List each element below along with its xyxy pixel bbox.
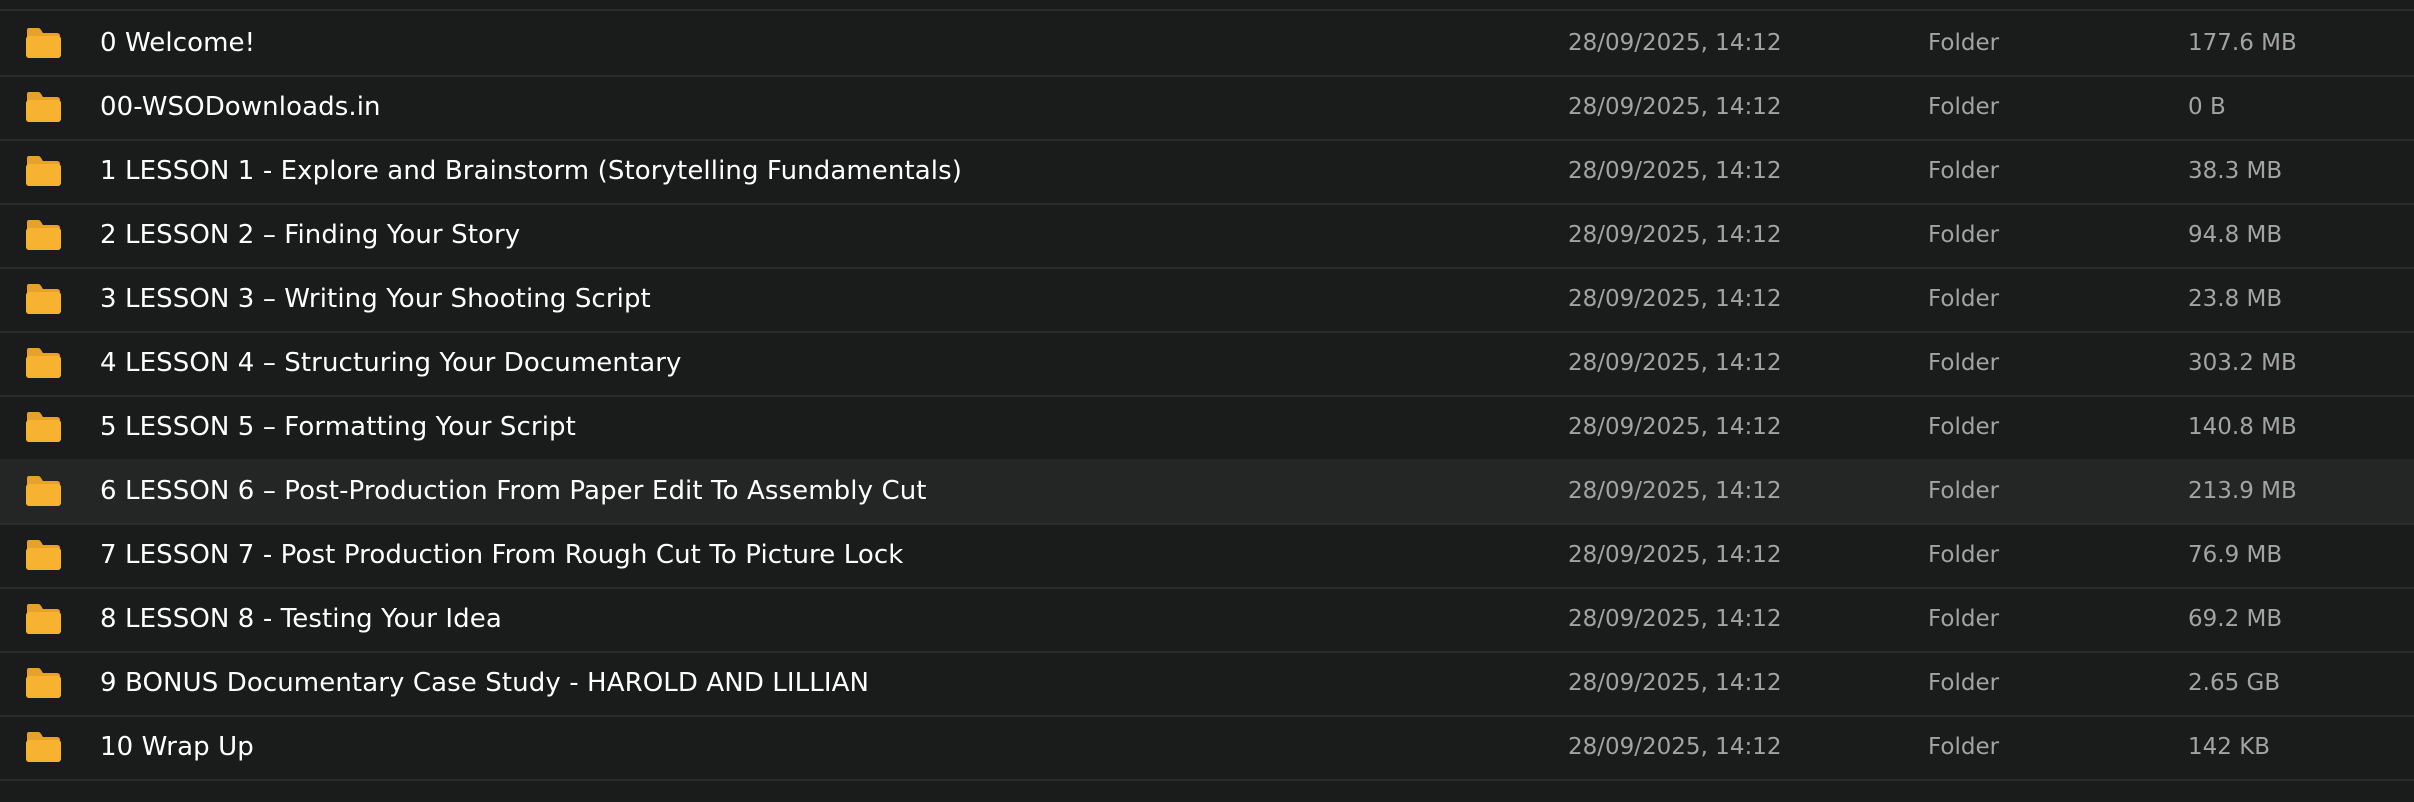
file-name: 5 LESSON 5 – Formatting Your Script bbox=[100, 412, 576, 442]
file-kind: Folder bbox=[1928, 350, 2000, 376]
modified-date: 28/09/2025, 14:12 bbox=[1568, 606, 1782, 632]
table-row[interactable]: 00-WSODownloads.in 28/09/2025, 14:12 Folde… bbox=[0, 75, 2414, 141]
modified-date: 28/09/2025, 14:12 bbox=[1568, 30, 1782, 56]
file-size: 2.65 GB bbox=[2188, 670, 2281, 696]
modified-date: 28/09/2025, 14:12 bbox=[1568, 222, 1782, 248]
file-kind: Folder bbox=[1928, 670, 2000, 696]
file-name: 8 LESSON 8 - Testing Your Idea bbox=[100, 604, 502, 634]
file-size: 38.3 MB bbox=[2188, 158, 2283, 184]
folder-icon bbox=[24, 347, 62, 379]
table-row[interactable]: 9 BONUS Documentary Case Study - HAROLD … bbox=[0, 651, 2414, 717]
file-name: 00-WSODownloads.in bbox=[100, 92, 381, 122]
folder-icon bbox=[24, 411, 62, 443]
modified-date: 28/09/2025, 14:12 bbox=[1568, 478, 1782, 504]
file-kind: Folder bbox=[1928, 286, 2000, 312]
table-row[interactable]: 6 LESSON 6 – Post-Production From Paper … bbox=[0, 459, 2414, 525]
table-row[interactable]: 2 LESSON 2 – Finding Your Story 28/09/202… bbox=[0, 203, 2414, 269]
file-name: 6 LESSON 6 – Post-Production From Paper … bbox=[100, 476, 927, 506]
modified-date: 28/09/2025, 14:12 bbox=[1568, 542, 1782, 568]
modified-date: 28/09/2025, 14:12 bbox=[1568, 286, 1782, 312]
file-size: 303.2 MB bbox=[2188, 350, 2297, 376]
folder-icon bbox=[24, 603, 62, 635]
file-kind: Folder bbox=[1928, 542, 2000, 568]
modified-date: 28/09/2025, 14:12 bbox=[1568, 670, 1782, 696]
file-kind: Folder bbox=[1928, 734, 2000, 760]
file-kind: Folder bbox=[1928, 478, 2000, 504]
file-name: 10 Wrap Up bbox=[100, 732, 254, 762]
folder-icon bbox=[24, 475, 62, 507]
file-size: 213.9 MB bbox=[2188, 478, 2297, 504]
folder-icon bbox=[24, 667, 62, 699]
file-size: 76.9 MB bbox=[2188, 542, 2283, 568]
modified-date: 28/09/2025, 14:12 bbox=[1568, 414, 1782, 440]
folder-icon bbox=[24, 155, 62, 187]
file-name: 0 Welcome! bbox=[100, 28, 256, 58]
file-size: 140.8 MB bbox=[2188, 414, 2297, 440]
modified-date: 28/09/2025, 14:12 bbox=[1568, 94, 1782, 120]
table-row[interactable]: 1 LESSON 1 - Explore and Brainstorm (Sto… bbox=[0, 139, 2414, 205]
table-row[interactable]: 3 LESSON 3 – Writing Your Shooting Scrip… bbox=[0, 267, 2414, 333]
modified-date: 28/09/2025, 14:12 bbox=[1568, 734, 1782, 760]
table-row[interactable]: 4 LESSON 4 – Structuring Your Documentar… bbox=[0, 331, 2414, 397]
table-row[interactable]: 10 Wrap Up 28/09/2025, 14:12 Folder 142 KB bbox=[0, 715, 2414, 781]
file-kind: Folder bbox=[1928, 30, 2000, 56]
file-name: 9 BONUS Documentary Case Study - HAROLD … bbox=[100, 668, 870, 698]
file-size: 0 B bbox=[2188, 94, 2226, 120]
file-kind: Folder bbox=[1928, 222, 2000, 248]
table-row[interactable]: 5 LESSON 5 – Formatting Your Script 28/09… bbox=[0, 395, 2414, 461]
table-row[interactable]: 7 LESSON 7 - Post Production From Rough … bbox=[0, 523, 2414, 589]
folder-icon bbox=[24, 219, 62, 251]
file-kind: Folder bbox=[1928, 94, 2000, 120]
folder-icon bbox=[24, 283, 62, 315]
folder-icon bbox=[24, 731, 62, 763]
file-list: 0 Welcome! 28/09/2025, 14:12 Folder 177.6 M… bbox=[0, 0, 2414, 802]
file-name: 2 LESSON 2 – Finding Your Story bbox=[100, 220, 521, 250]
table-row[interactable]: 0 Welcome! 28/09/2025, 14:12 Folder 177.6 M… bbox=[0, 11, 2414, 77]
folder-icon bbox=[24, 91, 62, 123]
folder-icon bbox=[24, 27, 62, 59]
file-kind: Folder bbox=[1928, 414, 2000, 440]
file-kind: Folder bbox=[1928, 606, 2000, 632]
file-kind: Folder bbox=[1928, 158, 2000, 184]
file-size: 177.6 MB bbox=[2188, 30, 2297, 56]
modified-date: 28/09/2025, 14:12 bbox=[1568, 158, 1782, 184]
file-size: 69.2 MB bbox=[2188, 606, 2283, 632]
file-name: 1 LESSON 1 - Explore and Brainstorm (Sto… bbox=[100, 156, 963, 186]
file-size: 94.8 MB bbox=[2188, 222, 2283, 248]
folder-icon bbox=[24, 539, 62, 571]
file-name: 3 LESSON 3 – Writing Your Shooting Scrip… bbox=[100, 284, 651, 314]
file-size: 142 KB bbox=[2188, 734, 2271, 760]
file-size: 23.8 MB bbox=[2188, 286, 2283, 312]
file-name: 4 LESSON 4 – Structuring Your Documentar… bbox=[100, 348, 682, 378]
modified-date: 28/09/2025, 14:12 bbox=[1568, 350, 1782, 376]
file-name: 7 LESSON 7 - Post Production From Rough … bbox=[100, 540, 904, 570]
table-row[interactable]: 8 LESSON 8 - Testing Your Idea 28/09/2025… bbox=[0, 587, 2414, 653]
